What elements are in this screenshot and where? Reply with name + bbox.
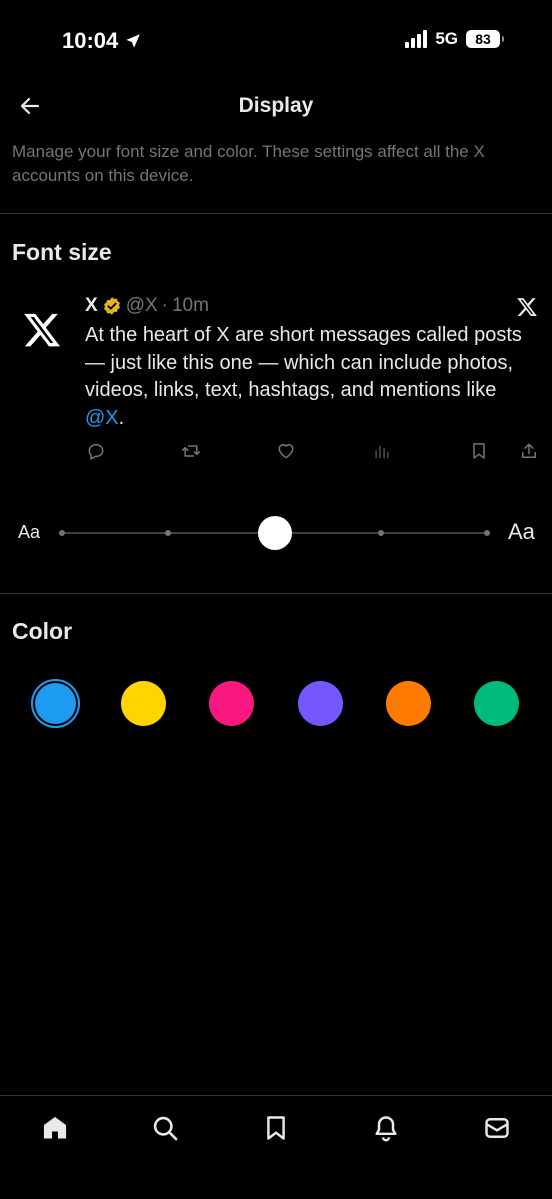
post-mention-link[interactable]: @X	[85, 407, 119, 429]
slider-stop[interactable]	[59, 530, 65, 536]
slider-thumb[interactable]	[257, 516, 292, 550]
header: Display	[0, 80, 552, 132]
like-button[interactable]	[275, 440, 297, 462]
color-options	[0, 679, 552, 728]
color-swatch[interactable]	[297, 681, 343, 726]
battery-icon: 83	[466, 30, 504, 48]
page-description: Manage your font size and color. These s…	[12, 142, 485, 185]
x-logo-avatar-icon	[24, 313, 61, 347]
notifications-icon	[375, 1116, 397, 1142]
slider-stop[interactable]	[377, 530, 384, 536]
post-text: At the heart of X are short messages cal…	[85, 322, 535, 432]
reply-button[interactable]	[85, 440, 107, 462]
divider	[0, 593, 552, 594]
status-time-text: 10:04	[62, 28, 119, 53]
repost-button[interactable]	[180, 440, 202, 462]
post-text-main: At the heart of X are short messages cal…	[85, 324, 522, 401]
like-icon	[278, 444, 294, 459]
share-icon	[522, 443, 536, 458]
font-size-small-label: Aa	[18, 522, 41, 542]
nav-bookmarks[interactable]	[260, 1112, 292, 1144]
bookmark-post-button[interactable]	[468, 440, 490, 462]
color-swatch[interactable]	[30, 679, 80, 728]
post-timestamp: 10m	[171, 295, 209, 316]
home-icon	[43, 1116, 67, 1139]
repost-icon	[181, 445, 201, 457]
location-arrow-icon	[126, 34, 141, 48]
color-title: Color	[12, 618, 73, 644]
slider-stop[interactable]	[484, 530, 490, 536]
battery-level: 83	[475, 31, 491, 47]
post-header: X @X · 10m	[85, 295, 209, 317]
color-swatch[interactable]	[208, 681, 254, 726]
page-title: Display	[238, 94, 314, 117]
messages-icon	[485, 1118, 509, 1138]
slider-stop[interactable]	[165, 530, 172, 536]
color-swatch[interactable]	[473, 681, 519, 726]
cellular-signal-icon	[405, 30, 428, 48]
post-text-end: .	[118, 406, 125, 429]
network-type: 5G	[435, 29, 458, 48]
divider	[0, 213, 552, 214]
gold-verified-badge-icon	[103, 297, 120, 315]
share-button[interactable]	[518, 440, 540, 462]
reply-icon	[88, 444, 104, 460]
bookmark-icon	[473, 443, 485, 459]
post-author-handle: @X	[125, 295, 158, 316]
font-size-large-label: Aa	[508, 519, 535, 544]
nav-messages[interactable]	[481, 1112, 513, 1144]
nav-search[interactable]	[149, 1112, 181, 1144]
color-swatch[interactable]	[120, 681, 166, 726]
search-icon	[153, 1116, 178, 1141]
post-actions	[85, 440, 540, 464]
font-size-slider[interactable]	[59, 516, 490, 550]
views-icon	[375, 445, 389, 459]
status-bar: 10:04 5G 83	[0, 0, 552, 80]
font-size-title: Font size	[12, 239, 112, 265]
nav-notifications[interactable]	[370, 1112, 402, 1144]
status-time: 10:04	[62, 28, 142, 54]
post-separator: ·	[161, 295, 168, 316]
bottom-navigation	[0, 1095, 552, 1199]
nav-home[interactable]	[39, 1112, 71, 1144]
post-author-name: X	[85, 295, 98, 316]
status-indicators: 5G 83	[405, 29, 504, 49]
color-swatch[interactable]	[385, 681, 431, 726]
x-logo-icon	[517, 298, 537, 316]
views-button[interactable]	[371, 440, 393, 462]
bookmark-icon	[267, 1116, 285, 1140]
